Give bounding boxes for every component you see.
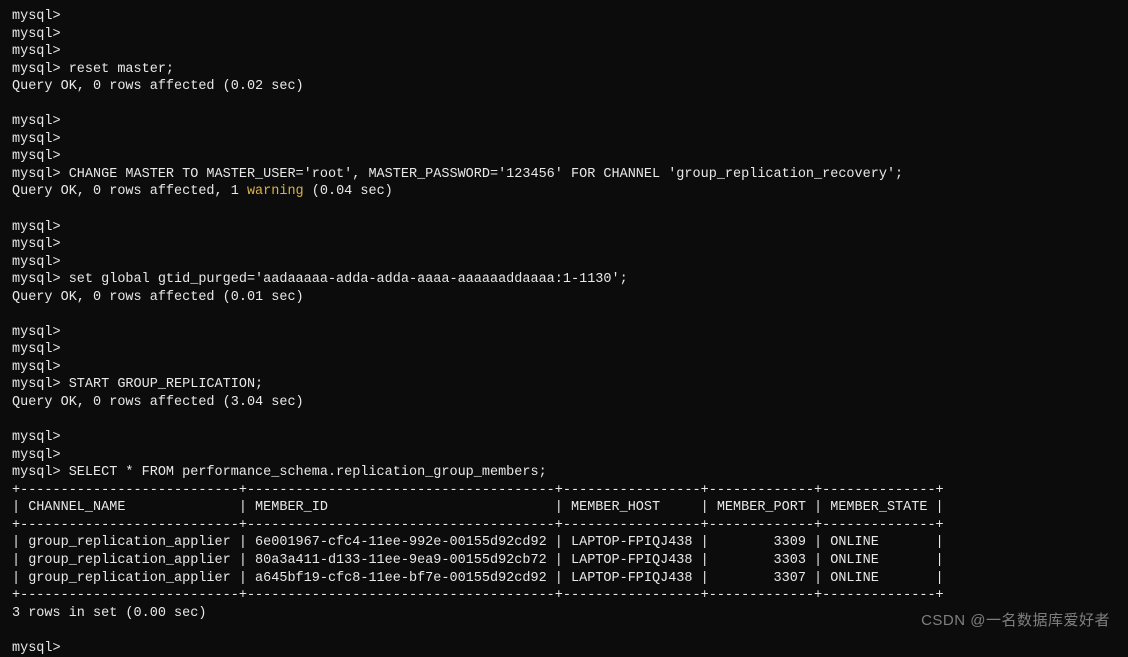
prompt-line: mysql> — [12, 237, 61, 252]
prompt-line: mysql> — [12, 325, 61, 340]
table-row: | group_replication_applier | a645bf19-c… — [12, 571, 944, 586]
prompt-line[interactable]: mysql> — [12, 641, 61, 656]
table-separator: +---------------------------+-----------… — [12, 518, 944, 533]
table-header: | CHANNEL_NAME | MEMBER_ID | MEMBER_HOST… — [12, 500, 944, 515]
prompt-line: mysql> — [12, 255, 61, 270]
result-start-group-replication: Query OK, 0 rows affected (3.04 sec) — [12, 395, 304, 410]
prompt-line: mysql> — [12, 132, 61, 147]
cmd-select-members: mysql> SELECT * FROM performance_schema.… — [12, 465, 547, 480]
cmd-start-group-replication: mysql> START GROUP_REPLICATION; — [12, 377, 263, 392]
table-separator: +---------------------------+-----------… — [12, 483, 944, 498]
prompt-line: mysql> — [12, 360, 61, 375]
cmd-reset-master: mysql> reset master; — [12, 62, 174, 77]
terminal-output: mysql> mysql> mysql> mysql> reset master… — [12, 8, 1116, 657]
prompt-line: mysql> — [12, 430, 61, 445]
watermark-text: CSDN @一名数据库爱好者 — [921, 611, 1110, 631]
cmd-set-gtid: mysql> set global gtid_purged='aadaaaaa-… — [12, 272, 628, 287]
warning-text: warning — [247, 184, 304, 199]
prompt-line: mysql> — [12, 9, 61, 24]
cmd-change-master: mysql> CHANGE MASTER TO MASTER_USER='roo… — [12, 167, 903, 182]
table-row: | group_replication_applier | 80a3a411-d… — [12, 553, 944, 568]
table-row: | group_replication_applier | 6e001967-c… — [12, 535, 944, 550]
prompt-line: mysql> — [12, 342, 61, 357]
result-reset-master: Query OK, 0 rows affected (0.02 sec) — [12, 79, 304, 94]
prompt-line: mysql> — [12, 149, 61, 164]
prompt-line: mysql> — [12, 114, 61, 129]
prompt-line: mysql> — [12, 27, 61, 42]
prompt-line: mysql> — [12, 448, 61, 463]
table-footer: 3 rows in set (0.00 sec) — [12, 606, 206, 621]
prompt-line: mysql> — [12, 220, 61, 235]
prompt-line: mysql> — [12, 44, 61, 59]
result-set-gtid: Query OK, 0 rows affected (0.01 sec) — [12, 290, 304, 305]
table-separator: +---------------------------+-----------… — [12, 588, 944, 603]
result-change-master: Query OK, 0 rows affected, 1 warning (0.… — [12, 184, 393, 199]
